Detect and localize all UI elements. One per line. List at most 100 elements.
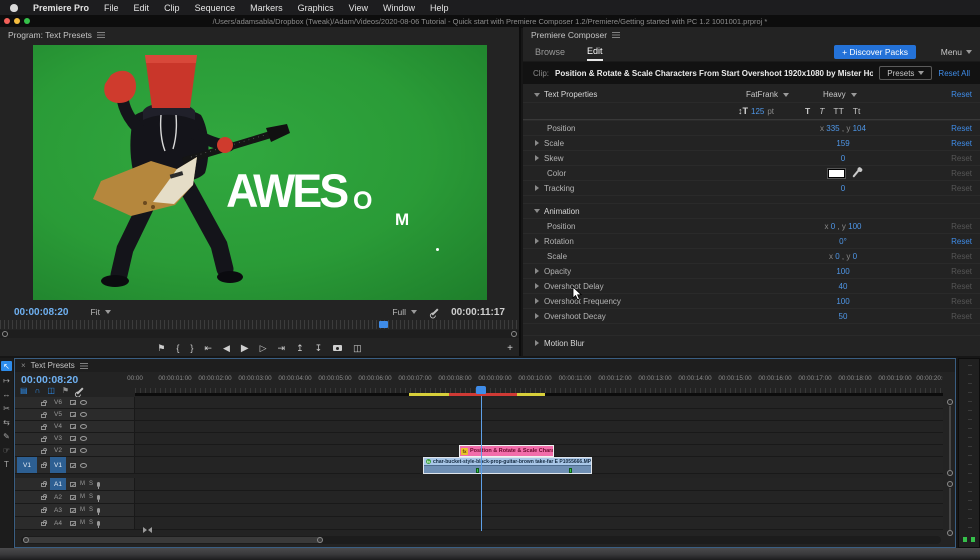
add-marker-button[interactable]: ⚑ — [157, 343, 165, 354]
lock-icon[interactable] — [41, 414, 46, 418]
clip-footage-bucket-guitar[interactable]: fx char-bucket-style-black-prop-guitar-b… — [423, 457, 592, 474]
program-video-frame[interactable]: AWES O M — [33, 45, 487, 300]
source-patch[interactable] — [17, 445, 37, 456]
scroll-handle[interactable] — [23, 537, 323, 543]
source-patch[interactable] — [17, 409, 37, 420]
step-forward-button[interactable]: ▷ — [260, 343, 267, 354]
export-frame-button[interactable] — [333, 345, 342, 351]
sync-lock-icon[interactable] — [70, 412, 76, 417]
opacity-value[interactable]: 100 — [758, 267, 928, 276]
mark-in-button[interactable]: { — [176, 343, 179, 353]
solo-button[interactable]: S — [89, 494, 93, 500]
menu-markers[interactable]: Markers — [250, 3, 283, 13]
scroll-handle[interactable] — [947, 399, 953, 405]
sync-lock-icon[interactable] — [70, 436, 76, 441]
close-icon[interactable]: × — [21, 361, 26, 370]
mute-button[interactable]: M — [80, 520, 85, 526]
sync-lock-icon[interactable] — [70, 463, 76, 468]
track-name[interactable]: V2 — [50, 447, 66, 454]
small-caps-button[interactable]: Tt — [853, 106, 861, 116]
zoom-handle-left[interactable] — [2, 331, 8, 337]
keyframe-pin[interactable] — [476, 468, 479, 473]
track-lane[interactable] — [135, 504, 943, 516]
go-to-out-button[interactable]: ⇥ — [278, 343, 286, 354]
row-tracking[interactable]: Tracking 0 Reset — [523, 180, 980, 195]
menu-help[interactable]: Help — [430, 3, 449, 13]
presets-dropdown[interactable]: Presets — [879, 66, 932, 80]
timeline-horizontal-scrollbar[interactable] — [21, 536, 941, 544]
track-name[interactable]: A4 — [50, 520, 66, 527]
solo-button[interactable]: S — [89, 481, 93, 487]
reset-position[interactable]: Reset — [951, 124, 972, 133]
lock-icon[interactable] — [41, 464, 46, 468]
scroll-handle[interactable] — [947, 470, 953, 476]
zoom-window-button[interactable] — [24, 18, 30, 24]
row-overshoot-frequency[interactable]: Overshoot Frequency 100 Reset — [523, 293, 980, 308]
pen-tool[interactable]: ✎ — [1, 431, 12, 441]
reset-all-button[interactable]: Reset All — [938, 69, 970, 78]
all-caps-button[interactable]: TT — [833, 106, 843, 116]
program-zoom-rail[interactable] — [0, 330, 519, 338]
reset-text-properties[interactable]: Reset — [951, 90, 972, 99]
track-visibility-eye-icon[interactable] — [80, 424, 87, 429]
sequence-tab-title[interactable]: Text Presets — [31, 361, 75, 370]
zoom-handle-right[interactable] — [511, 331, 517, 337]
lock-icon[interactable] — [41, 496, 46, 500]
tab-browse[interactable]: Browse — [535, 47, 565, 57]
source-patch[interactable] — [17, 517, 37, 529]
program-scrub-bar[interactable] — [0, 320, 519, 329]
timeline-vertical-scrollbar[interactable] — [947, 399, 953, 537]
overshoot-decay-value[interactable]: 50 — [758, 312, 928, 321]
font-size-value[interactable]: 125 — [751, 107, 764, 116]
eyedropper-icon[interactable] — [852, 169, 859, 177]
lock-icon[interactable] — [41, 509, 46, 513]
scroll-handle[interactable] — [947, 530, 953, 536]
ripple-edit-tool[interactable]: ↔ — [1, 389, 12, 399]
menu-edit[interactable]: Edit — [134, 3, 150, 13]
source-patch[interactable] — [17, 433, 37, 444]
animation-position-value[interactable]: x 0 , y 100 — [758, 222, 928, 231]
row-overshoot-decay[interactable]: Overshoot Decay 50 Reset — [523, 308, 980, 323]
comparison-view-button[interactable]: ◫ — [353, 343, 362, 354]
menu-view[interactable]: View — [349, 3, 368, 13]
lock-icon[interactable] — [41, 450, 46, 454]
panel-menu-icon[interactable] — [97, 32, 105, 38]
sync-lock-icon[interactable] — [70, 495, 76, 500]
mute-button[interactable]: M — [80, 494, 85, 500]
lock-icon[interactable] — [41, 438, 46, 442]
menu-clip[interactable]: Clip — [164, 3, 180, 13]
row-overshoot-delay[interactable]: Overshoot Delay 40 Reset — [523, 278, 980, 293]
font-family-dropdown[interactable]: FatFrank — [746, 90, 789, 99]
section-motion-blur[interactable]: Motion Blur — [523, 335, 980, 350]
selection-tool[interactable]: ↖ — [1, 361, 12, 371]
sync-lock-icon[interactable] — [70, 482, 76, 487]
lock-icon[interactable] — [41, 402, 46, 406]
source-patch[interactable] — [17, 504, 37, 516]
row-scale[interactable]: Scale 159 Reset — [523, 135, 980, 150]
lock-icon[interactable] — [41, 483, 46, 487]
source-patch[interactable] — [17, 478, 37, 490]
track-name[interactable]: V5 — [50, 411, 66, 418]
track-name-targeted[interactable]: V1 — [50, 457, 66, 473]
track-lane[interactable] — [135, 478, 943, 490]
zoom-handle-right[interactable] — [317, 537, 323, 543]
section-text-properties[interactable]: Text Properties FatFrank Heavy Reset — [523, 87, 980, 102]
fit-sequence-icon[interactable] — [143, 527, 147, 533]
reset-rotation[interactable]: Reset — [951, 237, 972, 246]
track-name[interactable]: V6 — [50, 399, 66, 406]
mark-out-button[interactable]: } — [190, 343, 193, 353]
track-lane[interactable] — [135, 421, 943, 432]
reset-scale[interactable]: Reset — [951, 139, 972, 148]
faux-italic-button[interactable]: T — [819, 106, 824, 116]
font-weight-dropdown[interactable]: Heavy — [823, 90, 857, 99]
overshoot-delay-value[interactable]: 40 — [758, 282, 928, 291]
minimize-window-button[interactable] — [14, 18, 20, 24]
position-value[interactable]: x 335 , y 104 — [758, 124, 928, 133]
zoom-level-dropdown[interactable]: Fit — [90, 307, 110, 317]
lock-icon[interactable] — [41, 426, 46, 430]
source-patch-v1[interactable]: V1 — [17, 457, 37, 473]
keyframe-pin[interactable] — [569, 468, 572, 473]
track-lane[interactable] — [135, 491, 943, 503]
discover-packs-button[interactable]: + Discover Packs — [834, 45, 916, 59]
zoom-handle-left[interactable] — [23, 537, 29, 543]
